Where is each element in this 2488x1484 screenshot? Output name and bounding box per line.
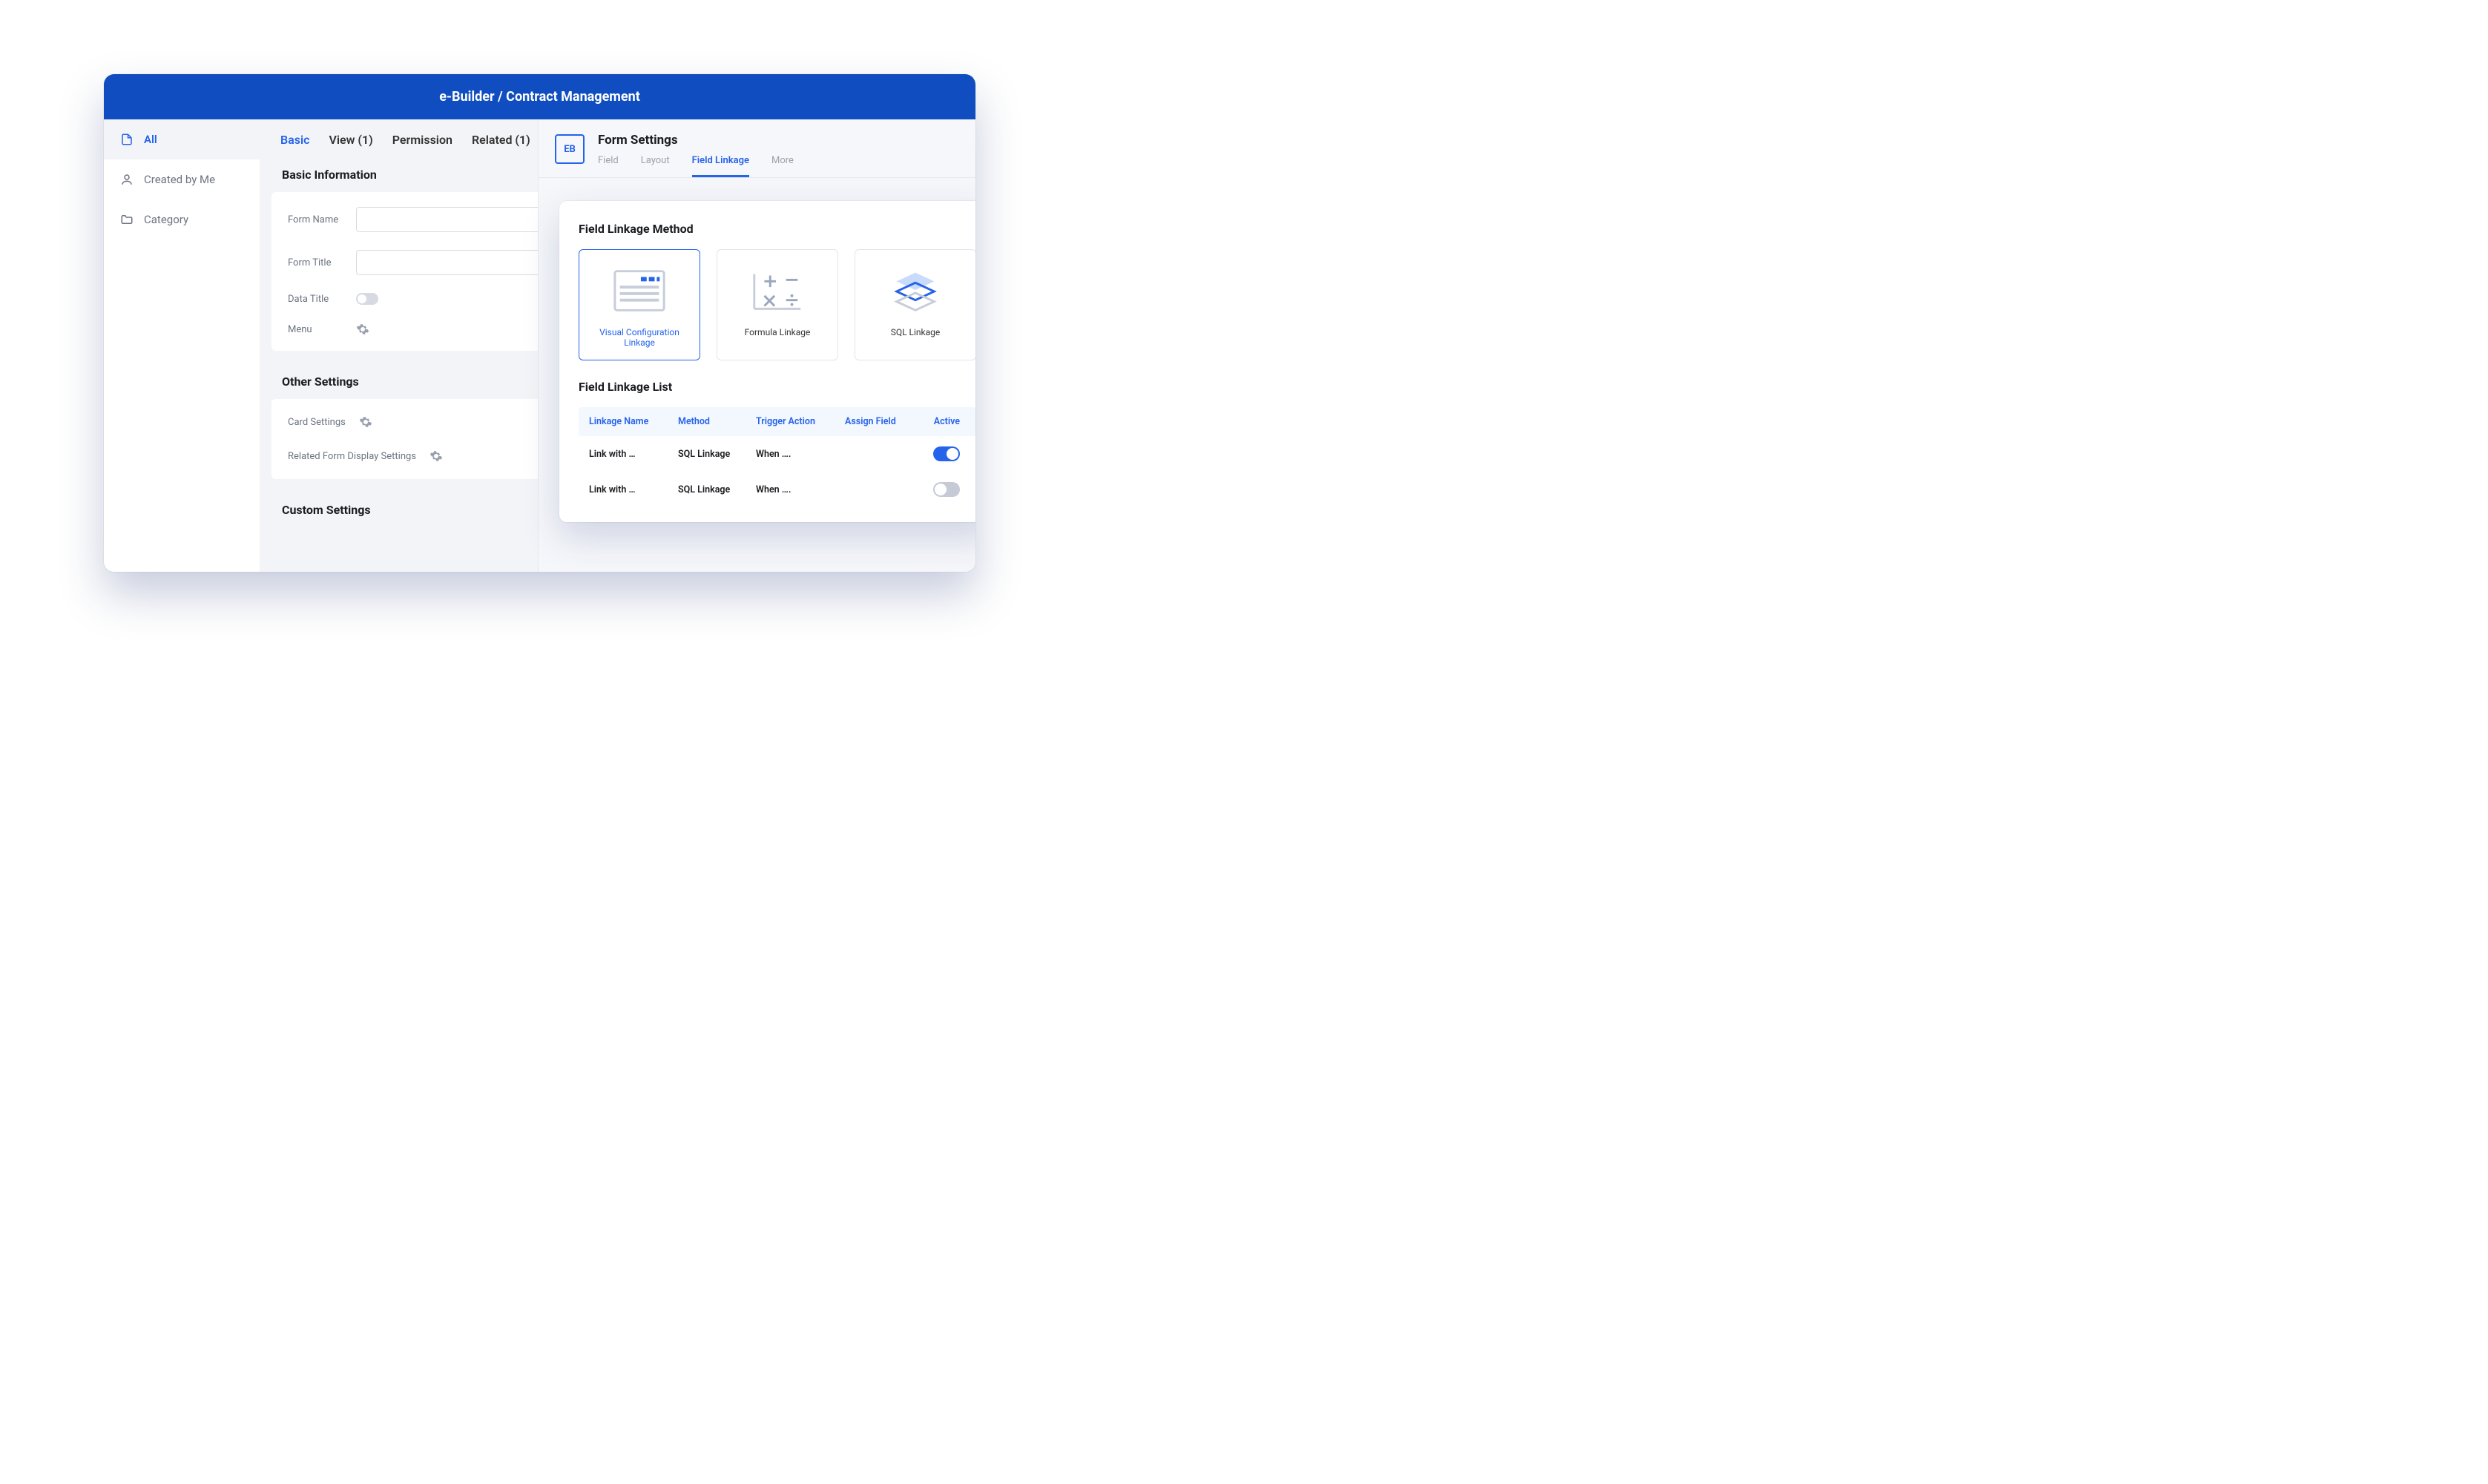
sidebar-item-all[interactable]: All	[104, 119, 260, 159]
col-assign-field: Assign Field	[845, 416, 919, 427]
form-name-label: Form Name	[288, 214, 356, 225]
file-icon	[120, 133, 134, 146]
fs-tab-field[interactable]: Field	[598, 152, 619, 177]
user-icon	[120, 173, 134, 186]
form-title-label: Form Title	[288, 257, 356, 268]
form-settings-panel: EB Form Settings Field Layout Field Link…	[538, 119, 975, 572]
card-label: SQL Linkage	[891, 327, 941, 337]
tab-related[interactable]: Related (1)	[472, 133, 530, 147]
cell-method: SQL Linkage	[678, 484, 756, 495]
col-method: Method	[678, 416, 756, 427]
gear-icon[interactable]	[356, 323, 369, 336]
tab-permission[interactable]: Permission	[392, 133, 452, 147]
layers-icon	[886, 266, 944, 315]
gear-icon[interactable]	[430, 449, 443, 463]
eb-badge: EB	[555, 134, 585, 164]
form-layout-icon	[611, 266, 668, 315]
fs-tab-field-linkage[interactable]: Field Linkage	[692, 152, 749, 177]
data-title-label: Data Title	[288, 294, 356, 305]
cell-method: SQL Linkage	[678, 449, 756, 460]
menu-label: Menu	[288, 324, 356, 335]
active-toggle[interactable]	[933, 482, 960, 497]
sidebar-item-label: Created by Me	[144, 173, 215, 186]
card-label: Visual Configuration Linkage	[587, 327, 692, 348]
card-sql-linkage[interactable]: SQL Linkage	[855, 249, 975, 360]
formula-icon	[748, 266, 806, 315]
tab-view[interactable]: View (1)	[329, 133, 372, 147]
field-linkage-popup: Field Linkage Method	[559, 201, 975, 522]
form-settings-title: Form Settings	[598, 133, 959, 148]
col-linkage-name: Linkage Name	[589, 416, 678, 427]
linkage-row[interactable]: Link with … SQL Linkage When ….	[579, 436, 975, 472]
card-label: Formula Linkage	[745, 327, 811, 337]
cell-linkage-name: Link with …	[589, 449, 678, 460]
active-toggle[interactable]	[933, 446, 960, 461]
gear-icon[interactable]	[359, 415, 372, 429]
fs-tab-layout[interactable]: Layout	[641, 152, 670, 177]
col-trigger-action: Trigger Action	[756, 416, 845, 427]
field-linkage-list-title: Field Linkage List	[579, 380, 975, 394]
linkage-table-header: Linkage Name Method Trigger Action Assig…	[579, 407, 975, 436]
card-visual-configuration-linkage[interactable]: Visual Configuration Linkage	[579, 249, 700, 360]
form-settings-tabs: Field Layout Field Linkage More	[598, 152, 959, 177]
sidebar-item-label: All	[144, 133, 157, 146]
sidebar: All Created by Me Category	[104, 119, 260, 572]
sidebar-item-label: Category	[144, 213, 188, 226]
col-active: Active	[919, 416, 960, 427]
tab-basic[interactable]: Basic	[280, 133, 309, 147]
sidebar-item-category[interactable]: Category	[104, 199, 260, 240]
fs-tab-more[interactable]: More	[771, 152, 794, 177]
app-window: e-Builder / Contract Management All Crea…	[104, 74, 975, 572]
card-settings-label: Card Settings	[288, 417, 346, 428]
folder-icon	[120, 213, 134, 226]
cell-trigger-action: When ….	[756, 484, 845, 495]
data-title-toggle[interactable]	[356, 293, 378, 305]
cell-trigger-action: When ….	[756, 449, 845, 460]
titlebar: e-Builder / Contract Management	[104, 74, 975, 119]
sidebar-item-created-by-me[interactable]: Created by Me	[104, 159, 260, 199]
card-formula-linkage[interactable]: Formula Linkage	[717, 249, 838, 360]
field-linkage-method-title: Field Linkage Method	[579, 222, 975, 236]
linkage-row[interactable]: Link with … SQL Linkage When ….	[579, 472, 975, 507]
related-display-label: Related Form Display Settings	[288, 451, 416, 462]
cell-linkage-name: Link with …	[589, 484, 678, 495]
